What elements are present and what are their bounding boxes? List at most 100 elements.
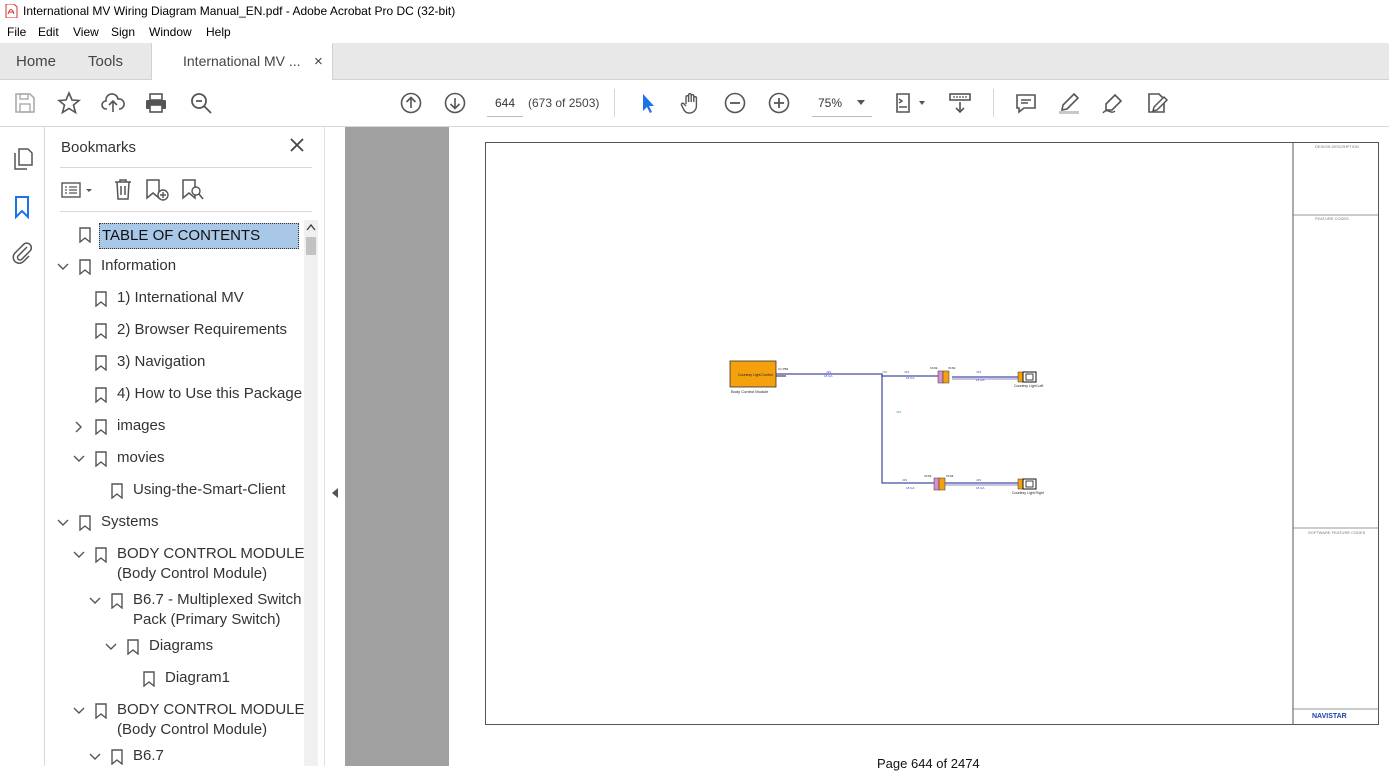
close-icon[interactable]	[289, 137, 305, 153]
zoom-in-icon[interactable]	[767, 91, 791, 115]
toolbar-divider	[993, 89, 994, 117]
chevron-down-icon[interactable]	[89, 751, 101, 763]
page-number-input[interactable]: 644	[487, 90, 523, 117]
bookmark-item-information[interactable]: Information	[101, 256, 176, 276]
bookmark-icon	[111, 483, 123, 499]
chevron-down-icon[interactable]	[57, 261, 69, 273]
chevron-down-icon[interactable]	[105, 641, 117, 653]
chevron-down-icon[interactable]	[89, 595, 101, 607]
chevron-down-icon[interactable]	[73, 549, 85, 561]
attachment-icon[interactable]	[11, 240, 33, 264]
highlight-pen-icon[interactable]	[1057, 91, 1081, 115]
hand-tool-icon[interactable]	[679, 91, 703, 115]
chevron-down-icon[interactable]	[73, 453, 85, 465]
connector-upper: X1S9 X1S9	[930, 366, 956, 384]
zoom-search-icon[interactable]	[189, 91, 213, 115]
bookmark-item-body-control-module[interactable]: BODY CONTROL MODULE (Body Control Module…	[117, 544, 305, 584]
bookmark-item-movies[interactable]: movies	[117, 448, 165, 468]
tab-bar: Home Tools International MV ... ×	[0, 43, 1389, 80]
save-icon[interactable]	[13, 91, 37, 115]
chevron-down-icon[interactable]	[57, 517, 69, 529]
comment-icon[interactable]	[1014, 91, 1038, 115]
cloud-upload-icon[interactable]	[101, 91, 125, 115]
panel-collapse-strip[interactable]	[324, 127, 345, 766]
select-cursor-icon[interactable]	[636, 91, 660, 115]
bookmark-item-using-smart-client[interactable]: Using-the-Smart-Client	[133, 480, 286, 500]
menu-help[interactable]: Help	[206, 25, 231, 39]
chevron-right-icon[interactable]	[73, 421, 85, 433]
svg-text:18 GA: 18 GA	[906, 486, 915, 490]
previous-page-icon[interactable]	[399, 91, 423, 115]
next-page-icon[interactable]	[443, 91, 467, 115]
svg-text:J1S: J1S	[904, 370, 909, 374]
bookmark-label-line2: (Body Control Module)	[117, 565, 268, 582]
bookmark-icon	[111, 749, 123, 765]
title-block-panel: DESIGN DESCRIPTION FEATURE CODES SOFTWAR…	[1292, 143, 1378, 724]
page-footer-label: Page 644 of 2474	[877, 756, 980, 771]
svg-text:18 GA: 18 GA	[976, 378, 985, 382]
page-count: (673 of 2503)	[528, 96, 600, 110]
menu-window[interactable]: Window	[149, 25, 192, 39]
svg-text:X1S9: X1S9	[924, 474, 932, 478]
pdf-file-icon	[5, 4, 18, 18]
tab-home[interactable]: Home	[16, 53, 56, 70]
bookmark-options-icon[interactable]	[61, 180, 95, 200]
bookmark-item-diagrams[interactable]: Diagrams	[149, 636, 213, 656]
svg-text:J1S: J1S	[882, 370, 887, 374]
toolbar-divider	[614, 89, 615, 117]
print-icon[interactable]	[144, 91, 168, 115]
bookmark-item-how-to-use[interactable]: 4) How to Use this Package	[117, 384, 302, 404]
bookmark-item-b67-switch-pack[interactable]: B6.7 - Multiplexed Switch Pack (Primary …	[133, 590, 301, 630]
collapse-panel-icon[interactable]	[331, 487, 339, 499]
find-bookmark-icon[interactable]	[181, 178, 205, 202]
svg-text:18 GA: 18 GA	[906, 376, 915, 380]
tab-close-button[interactable]: ×	[314, 53, 323, 70]
tab-tools[interactable]: Tools	[88, 53, 123, 70]
bookmark-item-body-control-module-2[interactable]: BODY CONTROL MODULE (Body Control Module…	[117, 700, 305, 740]
bookmark-label: BODY CONTROL MODULE	[117, 545, 305, 562]
module-caption: Body Control Module	[731, 389, 769, 394]
svg-text:C1 PB4: C1 PB4	[778, 367, 789, 371]
bookmark-item-navigation[interactable]: 3) Navigation	[117, 352, 205, 372]
star-icon[interactable]	[56, 90, 82, 115]
delete-icon[interactable]	[113, 178, 133, 200]
bookmark-icon	[79, 227, 91, 243]
bookmark-item-international-mv[interactable]: 1) International MV	[117, 288, 244, 308]
bookmark-item-systems[interactable]: Systems	[101, 512, 159, 532]
menu-sign[interactable]: Sign	[111, 25, 135, 39]
bookmark-icon[interactable]	[14, 195, 30, 219]
zoom-out-icon[interactable]	[723, 91, 747, 115]
bookmark-icon	[111, 593, 123, 609]
sign-icon[interactable]	[1145, 91, 1169, 115]
draw-pen-icon[interactable]	[1101, 91, 1125, 115]
bookmark-icon	[79, 515, 91, 531]
scroll-up-icon[interactable]	[306, 223, 316, 231]
menu-view[interactable]: View	[73, 25, 99, 39]
new-bookmark-icon[interactable]	[145, 178, 171, 202]
zoom-level-select[interactable]: 75%	[812, 90, 872, 117]
bookmark-item-b67[interactable]: B6.7	[133, 746, 164, 766]
bookmark-item-diagram1[interactable]: Diagram1	[165, 668, 230, 688]
lamp-left: Courtesy Light Left	[1014, 371, 1043, 388]
scroll-mode-icon[interactable]	[948, 91, 972, 115]
scrollbar-thumb[interactable]	[306, 237, 316, 255]
bookmark-icon	[143, 671, 155, 687]
bookmark-icon	[95, 355, 107, 371]
bookmarks-panel: Bookmarks TABLE OF CONTENTS Information …	[45, 127, 324, 766]
page-thumbnails-icon[interactable]	[12, 147, 34, 171]
bookmarks-scrollbar[interactable]	[304, 220, 318, 766]
panel-feature-label: FEATURE CODES	[1315, 216, 1349, 221]
tab-document[interactable]: International MV ... ×	[151, 43, 333, 80]
menu-bar: File Edit View Sign Window Help	[0, 22, 1389, 42]
bookmark-icon	[95, 547, 107, 563]
fit-page-icon[interactable]	[893, 91, 929, 115]
menu-file[interactable]: File	[7, 25, 26, 39]
bookmark-item-images[interactable]: images	[117, 416, 165, 436]
menu-edit[interactable]: Edit	[38, 25, 59, 39]
svg-text:18 GA: 18 GA	[824, 374, 833, 378]
bookmark-item-table-of-contents[interactable]: TABLE OF CONTENTS	[99, 223, 299, 249]
bookmark-label-line2: (Body Control Module)	[117, 721, 268, 738]
toolbar: 644 (673 of 2503) 75%	[0, 80, 1389, 127]
chevron-down-icon[interactable]	[73, 705, 85, 717]
bookmark-item-browser-requirements[interactable]: 2) Browser Requirements	[117, 320, 287, 340]
